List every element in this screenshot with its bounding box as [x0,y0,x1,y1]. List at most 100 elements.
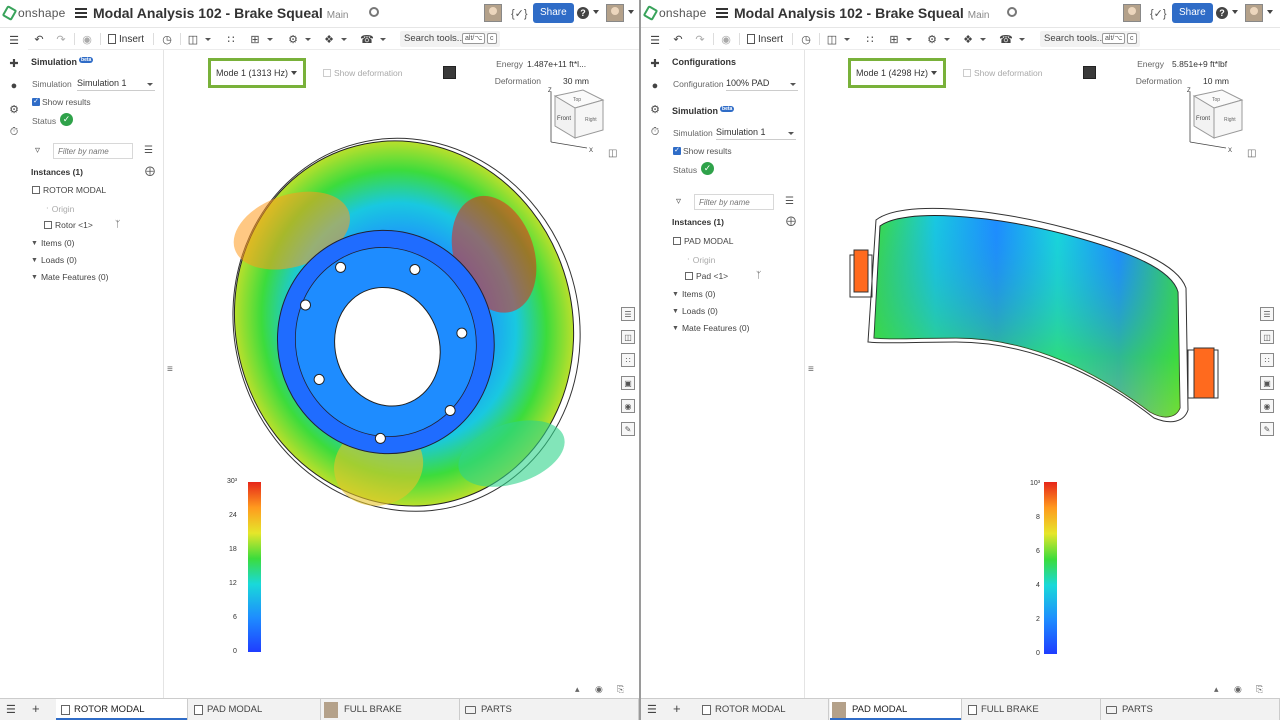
insert-button[interactable]: Insert [747,32,783,46]
show-results-checkbox[interactable]: ✓ [32,98,40,106]
measure-caret-icon[interactable] [1019,38,1025,41]
part-row[interactable]: Rotor <1> [44,220,93,230]
render-studio-icon[interactable]: ◉ [621,399,635,413]
tab-full-brake[interactable]: FULL BRAKE [963,699,1101,720]
insert-button[interactable]: Insert [108,32,144,46]
view-cube[interactable]: Top Front Right Z X [1182,86,1262,156]
tab-rotor-modal[interactable]: ROTOR MODAL [697,699,829,720]
mate-connector-icon[interactable]: ᛉ [115,219,120,229]
hamburger-icon[interactable] [716,8,728,18]
part-caret-icon[interactable] [205,38,211,41]
gear-relation-icon[interactable]: ⚙ [925,32,939,46]
appearance-panel-icon[interactable]: ☰ [621,307,635,321]
mate-features-row[interactable]: ▼ Mate Features (0) [31,272,109,282]
configurations-icon[interactable]: ⚙ [648,102,662,116]
part-caret-icon[interactable] [844,38,850,41]
measure-icon[interactable]: ☎ [360,32,374,46]
simulation-icon[interactable]: ⏱ [648,125,662,139]
document-title[interactable]: Modal Analysis 102 - Brake Squeal Main [93,5,348,21]
gear-relation-icon[interactable]: ⚙ [286,32,300,46]
render-studio-icon[interactable]: ◉ [1260,399,1274,413]
help-icon[interactable]: ? [577,7,589,19]
search-tools-input[interactable]: Search tools... alt/⌥ c [400,31,500,47]
items-row[interactable]: ▼ Items (0) [672,289,715,299]
tab-parts[interactable]: PARTS [461,699,639,720]
redo-icon[interactable]: ↷ [54,32,68,46]
tab-full-brake[interactable]: FULL BRAKE [322,699,460,720]
appearance-button[interactable] [1083,66,1096,79]
mate-connector-icon[interactable]: ✚ [7,56,21,70]
view-options-icon[interactable]: ◫ [1247,148,1261,162]
undo-icon[interactable]: ↶ [671,32,685,46]
list-icon[interactable]: ☰ [785,196,794,207]
add-folder-icon[interactable]: ⨁ [145,166,155,177]
sketch-icon[interactable]: ▴ [575,684,580,695]
replicate-icon[interactable]: ◷ [160,32,174,46]
tab-list-icon[interactable]: ☰ [647,703,657,716]
render-icon[interactable]: ◉ [80,32,94,46]
account-caret-icon[interactable] [1267,10,1273,14]
section-view-icon[interactable]: ▣ [621,376,635,390]
expand-panel-icon[interactable]: ≡ [167,364,181,378]
items-row[interactable]: ▼ Items (0) [31,238,74,248]
list-icon[interactable]: ☰ [144,145,153,156]
view-icon[interactable]: ◉ [595,684,603,695]
explode-icon[interactable]: ❖ [961,32,975,46]
appearance-button[interactable] [443,66,456,79]
mate-caret-icon[interactable] [267,38,273,41]
account-avatar[interactable] [606,4,624,22]
tab-parts[interactable]: PARTS [1102,699,1280,720]
mate-connector-tool-icon[interactable]: ⊞ [887,32,901,46]
appearance-panel-icon[interactable]: ☰ [1260,307,1274,321]
link-icon[interactable] [1007,7,1017,17]
redo-icon[interactable]: ↷ [693,32,707,46]
explode-caret-icon[interactable] [341,38,347,41]
replicate-icon[interactable]: ◷ [799,32,813,46]
part-row[interactable]: Pad <1> [685,271,728,281]
link-icon[interactable] [369,7,379,17]
measure-icon[interactable]: ☎ [999,32,1013,46]
explode-icon[interactable]: ❖ [322,32,336,46]
comments-icon[interactable]: ● [648,79,662,93]
mass-properties-icon[interactable]: ∷ [621,353,635,367]
add-tab-icon[interactable]: + [32,701,40,716]
help-icon[interactable]: ? [1216,7,1228,19]
section-view-icon[interactable]: ▣ [1260,376,1274,390]
mate-features-row[interactable]: ▼ Mate Features (0) [672,323,750,333]
part-icon[interactable]: ◫ [186,32,200,46]
variables-icon[interactable]: {✓} [511,7,528,20]
comments-icon[interactable]: ● [7,79,21,93]
assembly-row[interactable]: ROTOR MODAL [32,185,106,195]
filter-icon[interactable]: ▿ [676,196,681,207]
filter-input[interactable] [694,194,774,210]
feature-list-icon[interactable]: ☰ [7,33,21,47]
origin-row[interactable]: ⋅ Origin [687,254,715,265]
mate-caret-icon[interactable] [906,38,912,41]
simulation-icon[interactable]: ⏱ [7,125,21,139]
onshape-logo[interactable]: onshape [1,5,65,21]
configurations-icon[interactable]: ⚙ [7,102,21,116]
relation-caret-icon[interactable] [944,38,950,41]
mode-select[interactable]: Mode 1 (4298 Hz) [848,58,946,88]
filter-input[interactable] [53,143,133,159]
share-button[interactable]: Share [533,3,574,23]
expand-panel-icon[interactable]: ≡ [808,364,822,378]
origin-row[interactable]: ⋅ Origin [46,203,74,214]
document-title[interactable]: Modal Analysis 102 - Brake Squeal Main [734,5,989,21]
tab-list-icon[interactable]: ☰ [6,703,16,716]
parts-panel-icon[interactable]: ◫ [1260,330,1274,344]
view-cube[interactable]: Top Front Right Z X [543,86,623,156]
tab-rotor-modal[interactable]: ROTOR MODAL [56,699,188,720]
help-caret-icon[interactable] [1232,10,1238,14]
configuration-select[interactable]: 100% PAD [726,78,798,91]
loads-row[interactable]: ▼ Loads (0) [672,306,718,316]
simulation-select[interactable]: Simulation 1 [77,78,155,91]
render-icon[interactable]: ◉ [719,32,733,46]
mate-connector-tool-icon[interactable]: ⊞ [248,32,262,46]
variables-icon[interactable]: {✓} [1150,7,1167,20]
user-avatar[interactable] [484,4,502,22]
graphics-viewport[interactable]: Mode 1 (4298 Hz) Show deformation Energy… [806,50,1280,698]
measure-caret-icon[interactable] [380,38,386,41]
hamburger-icon[interactable] [75,8,87,18]
sketch-icon[interactable]: ▴ [1214,684,1219,695]
